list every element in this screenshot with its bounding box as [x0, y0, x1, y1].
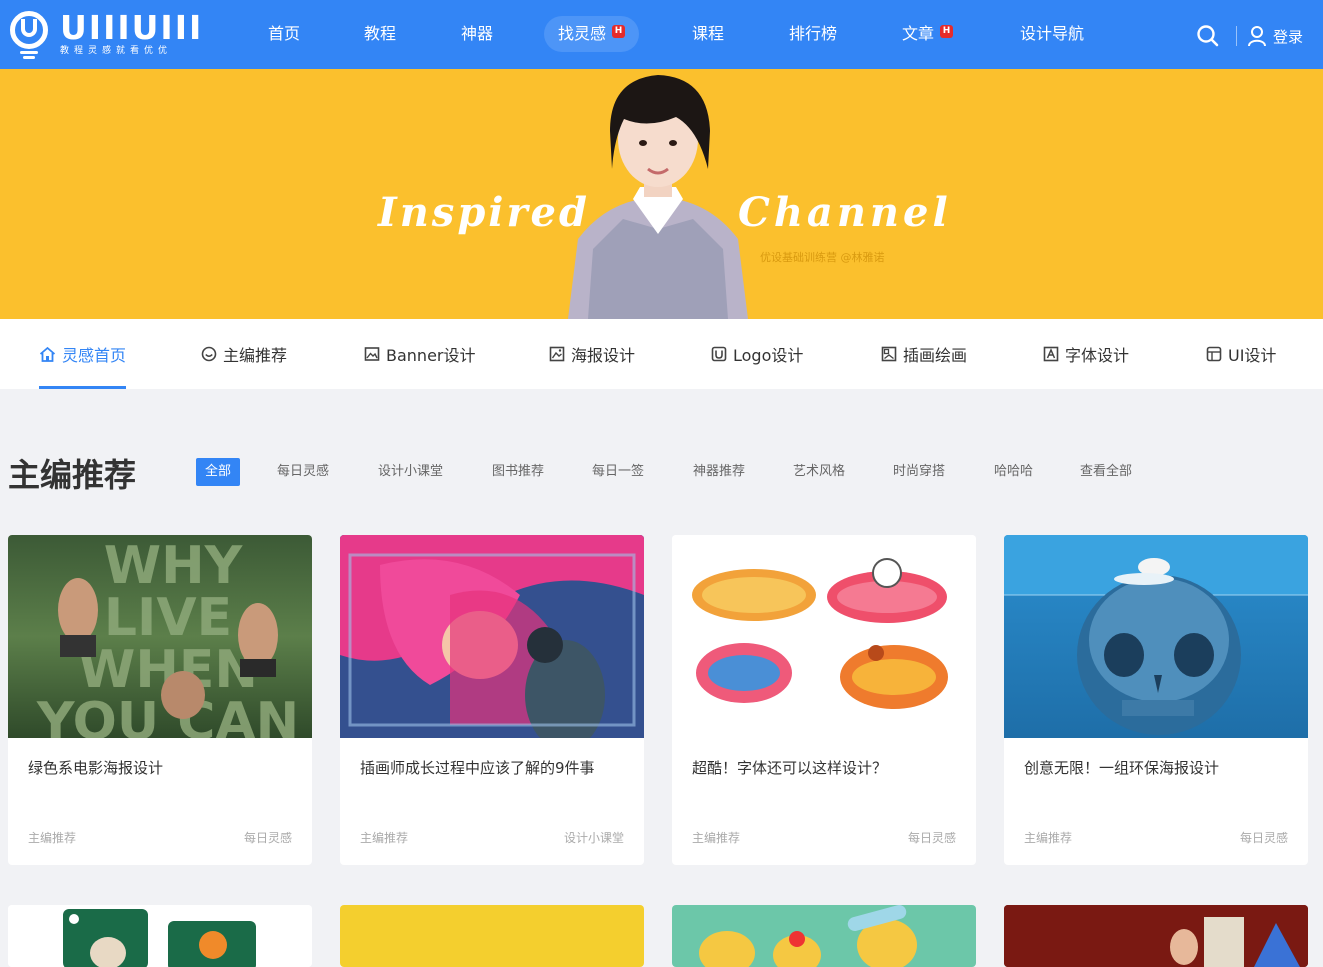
nav-label: 设计导航 [1020, 24, 1085, 43]
filter-hahaha[interactable]: 哈哈哈 [994, 458, 1033, 486]
card-thumbnail [340, 535, 644, 738]
nav-item-articles[interactable]: 文章 H [902, 16, 954, 52]
article-card[interactable] [672, 905, 976, 967]
home-icon [39, 346, 56, 362]
site-logo[interactable]: UIIIUIII 教程灵感就看优优 [8, 8, 203, 60]
nav-item-design-nav[interactable]: 设计导航 [1020, 16, 1084, 52]
user-icon [1248, 26, 1266, 47]
article-card[interactable]: WHY LIVE WHEN YOU CAN 绿色系电影海报设计 主编推荐 每日灵… [8, 535, 312, 865]
filter-daily-inspiration[interactable]: 每日灵感 [277, 458, 329, 486]
card-thumbnail [1004, 535, 1308, 738]
tab-logo-design[interactable]: Logo设计 [711, 319, 803, 389]
image-icon [364, 347, 380, 361]
tab-label: 海报设计 [571, 346, 636, 365]
search-icon[interactable] [1196, 24, 1220, 48]
banner-credit: 优设基础训练营 @林雅诺 [760, 251, 885, 264]
card-tag-left[interactable]: 主编推荐 [360, 829, 408, 846]
smile-icon [201, 346, 217, 362]
card-tag-left[interactable]: 主编推荐 [1024, 829, 1072, 846]
logo-icon [711, 346, 727, 362]
category-tabs: 灵感首页 主编推荐 Banner设计 海报设计 Logo设计 插画绘画 字体设计… [0, 319, 1323, 389]
tab-label: Logo设计 [733, 346, 804, 365]
logo-wordmark: UIIIUIII [60, 8, 204, 47]
font-icon [1043, 346, 1059, 362]
tab-label: 灵感首页 [62, 346, 127, 365]
card-tag-left[interactable]: 主编推荐 [692, 829, 740, 846]
tab-label: UI设计 [1228, 346, 1277, 365]
login-label: 登录 [1273, 27, 1304, 46]
card-thumbnail [340, 905, 644, 967]
tab-label: 主编推荐 [223, 346, 288, 365]
login-button[interactable]: 登录 [1247, 24, 1303, 48]
card-title[interactable]: 创意无限！一组环保海报设计 [1024, 757, 1219, 778]
card-thumbnail [672, 905, 976, 967]
nav-item-tutorial[interactable]: 教程 [364, 16, 396, 52]
filter-view-all[interactable]: 查看全部 [1080, 458, 1132, 486]
nav-label: 文章 [902, 24, 935, 43]
card-tag-left[interactable]: 主编推荐 [28, 829, 76, 846]
card-thumbnail [672, 535, 976, 738]
article-card[interactable]: 超酷！字体还可以这样设计？ 主编推荐 每日灵感 [672, 535, 976, 865]
article-card[interactable] [1004, 905, 1308, 967]
nav-item-inspiration[interactable]: 找灵感 H [544, 16, 640, 52]
logo-bulb-icon [8, 9, 50, 59]
tab-label: Banner设计 [386, 346, 476, 365]
card-title[interactable]: 绿色系电影海报设计 [28, 757, 163, 778]
nav-label: 课程 [692, 24, 725, 43]
tab-inspiration-home[interactable]: 灵感首页 [39, 319, 127, 389]
card-tag-right[interactable]: 每日灵感 [244, 829, 292, 846]
svg-text:LIVE: LIVE [104, 588, 232, 648]
article-card[interactable]: 创意无限！一组环保海报设计 主编推荐 每日灵感 [1004, 535, 1308, 865]
card-tag-right[interactable]: 每日灵感 [908, 829, 956, 846]
banner-headline-right: Channel [738, 189, 952, 236]
filter-book-recommend[interactable]: 图书推荐 [492, 458, 544, 486]
hero-banner[interactable]: Inspired Channel 优设基础训练营 @林雅诺 [0, 69, 1323, 319]
tab-label: 插画绘画 [903, 346, 968, 365]
hot-badge: H [940, 25, 954, 38]
card-tag-right[interactable]: 每日灵感 [1240, 829, 1288, 846]
filter-bar: 全部 每日灵感 设计小课堂 图书推荐 每日一签 神器推荐 艺术风格 时尚穿搭 哈… [0, 458, 1323, 486]
nav-label: 找灵感 [558, 24, 607, 43]
card-thumbnail [1004, 905, 1308, 967]
nav-divider [1236, 26, 1237, 46]
nav-item-courses[interactable]: 课程 [692, 16, 724, 52]
article-card[interactable] [8, 905, 312, 967]
filter-art-style[interactable]: 艺术风格 [793, 458, 845, 486]
filter-daily-sign[interactable]: 每日一签 [592, 458, 644, 486]
filter-all[interactable]: 全部 [196, 458, 241, 486]
filter-design-class[interactable]: 设计小课堂 [378, 458, 443, 486]
card-thumbnail: WHY LIVE WHEN YOU CAN [8, 535, 312, 738]
nav-label: 首页 [268, 24, 301, 43]
filter-fashion[interactable]: 时尚穿搭 [893, 458, 945, 486]
nav-label: 神器 [461, 24, 494, 43]
card-title[interactable]: 插画师成长过程中应该了解的9件事 [360, 757, 595, 778]
top-nav-bar: UIIIUIII 教程灵感就看优优 首页 教程 神器 找灵感 H 课程 排行榜 文… [0, 0, 1323, 69]
nav-item-ranking[interactable]: 排行榜 [789, 16, 837, 52]
nav-item-tools[interactable]: 神器 [461, 16, 493, 52]
tab-poster-design[interactable]: 海报设计 [549, 319, 635, 389]
ui-icon [1206, 346, 1222, 362]
article-card[interactable]: 插画师成长过程中应该了解的9件事 主编推荐 设计小课堂 [340, 535, 644, 865]
tab-banner-design[interactable]: Banner设计 [364, 319, 476, 389]
hot-badge: H [612, 25, 626, 38]
tab-editor-pick[interactable]: 主编推荐 [201, 319, 287, 389]
card-thumbnail [8, 905, 312, 967]
banner-headline-left: Inspired [378, 189, 590, 236]
card-tag-right[interactable]: 设计小课堂 [564, 829, 624, 846]
nav-label: 教程 [364, 24, 397, 43]
card-title[interactable]: 超酷！字体还可以这样设计？ [692, 757, 887, 778]
tab-label: 字体设计 [1065, 346, 1130, 365]
poster-icon [549, 346, 565, 362]
svg-text:WHY: WHY [104, 536, 244, 596]
article-card[interactable] [340, 905, 644, 967]
logo-slogan: 教程灵感就看优优 [60, 46, 173, 56]
nav-item-home[interactable]: 首页 [268, 16, 300, 52]
tab-ui-design[interactable]: UI设计 [1206, 319, 1276, 389]
filter-tools-recommend[interactable]: 神器推荐 [693, 458, 745, 486]
tab-font-design[interactable]: 字体设计 [1043, 319, 1129, 389]
nav-label: 排行榜 [789, 24, 838, 43]
illustration-icon [881, 346, 897, 362]
tab-illustration[interactable]: 插画绘画 [881, 319, 967, 389]
